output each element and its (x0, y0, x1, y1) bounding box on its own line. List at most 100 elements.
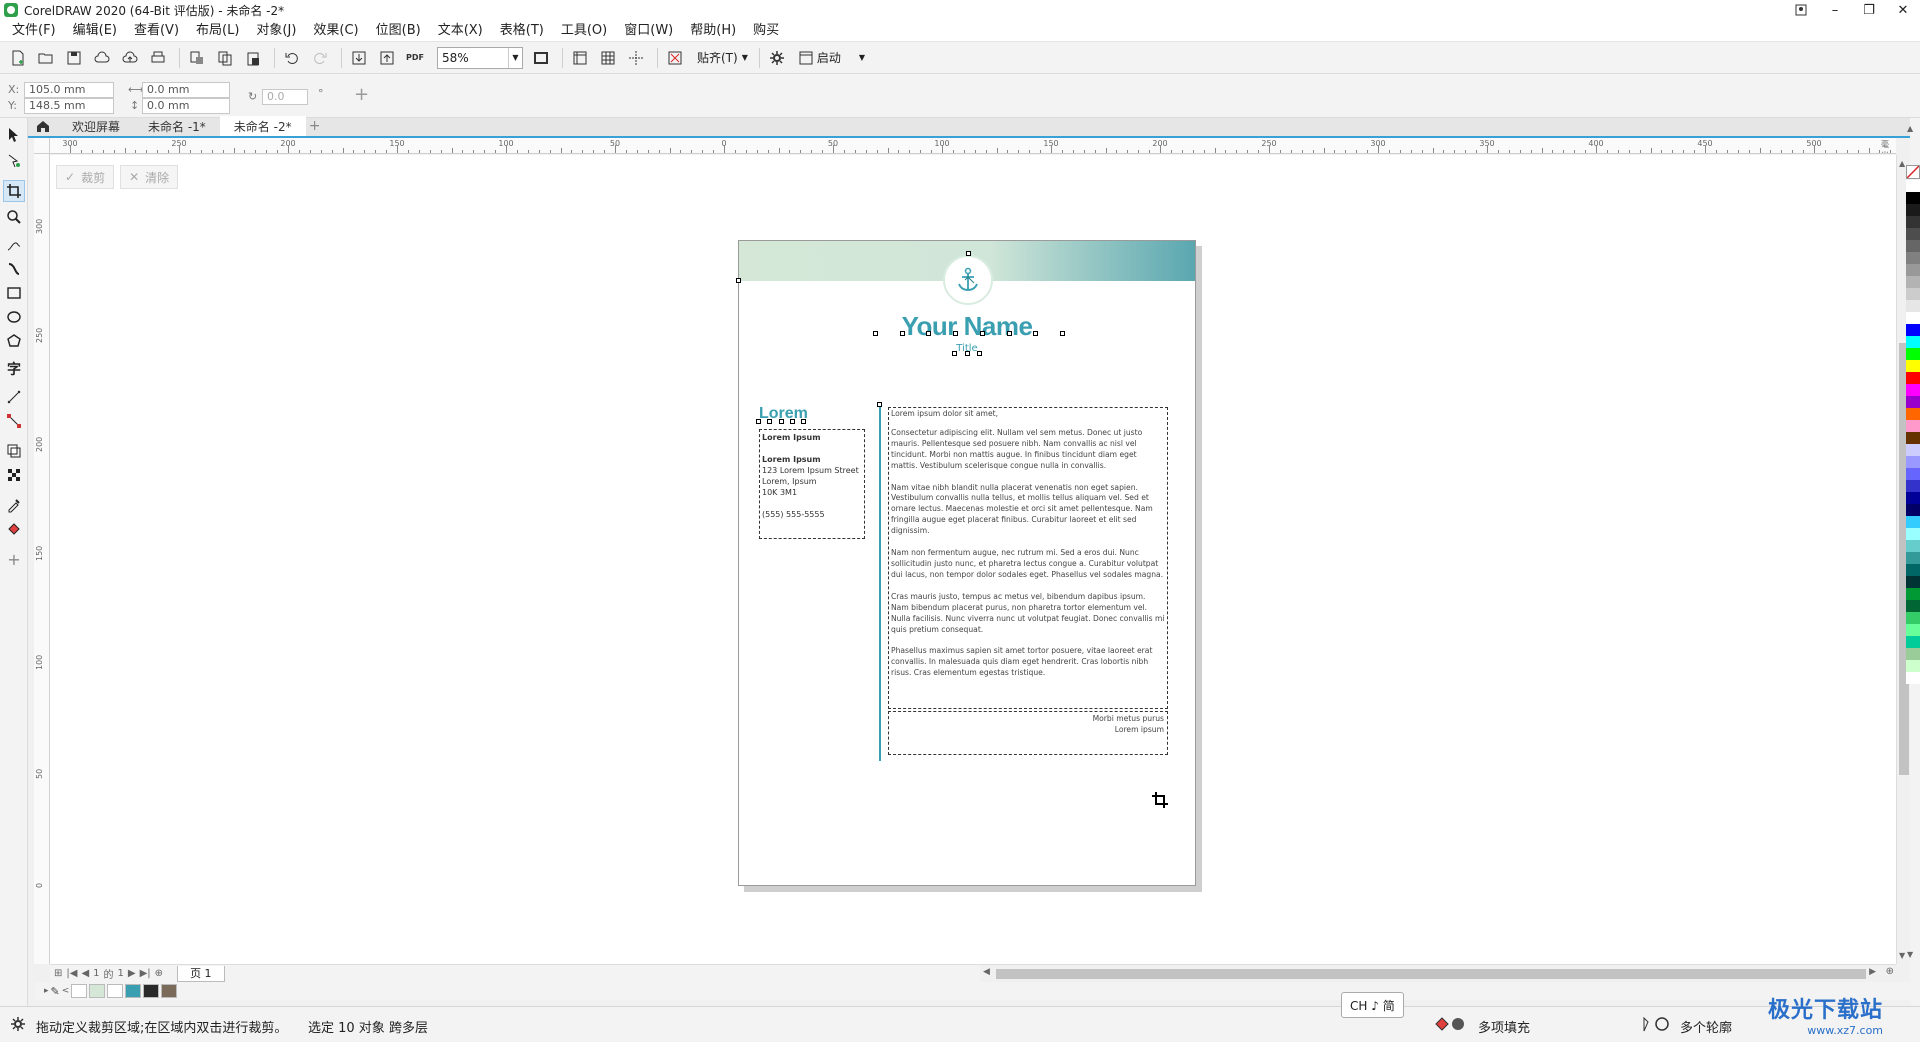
horizontal-scrollbar[interactable]: ◀ ▶ ⊕ (980, 964, 1896, 982)
width-field[interactable]: 0.0 mm (142, 82, 230, 98)
selection-handle[interactable] (767, 419, 773, 424)
zoom-tool-icon[interactable] (3, 206, 25, 228)
add-page-icon[interactable]: ⊕ (155, 968, 163, 979)
selection-handle[interactable] (877, 402, 882, 407)
palette-scroll-up-icon[interactable]: ▲ (1907, 124, 1913, 133)
new-document-icon[interactable] (6, 46, 30, 70)
menu-tools[interactable]: 工具(O) (557, 20, 620, 42)
account-icon[interactable] (1784, 0, 1818, 20)
palette-scroll-down-icon[interactable]: ▼ (1907, 950, 1913, 959)
document-color-swatch[interactable] (161, 984, 178, 998)
menu-text[interactable]: 文本(X) (434, 20, 496, 42)
selection-handle[interactable] (1033, 331, 1039, 336)
crop-clear-button[interactable]: ✕ 清除 (120, 165, 179, 189)
color-swatch[interactable] (1906, 408, 1920, 420)
last-page-icon[interactable]: ▶| (140, 968, 151, 979)
rotation-angle-field[interactable]: 0.0 (262, 89, 308, 105)
page-options-icon[interactable]: ⊞ (54, 968, 62, 979)
color-swatch[interactable] (1906, 576, 1920, 588)
publish-pdf-icon[interactable]: PDF (403, 46, 427, 70)
cloud-export-icon[interactable] (118, 46, 142, 70)
color-swatch[interactable] (1906, 456, 1920, 468)
color-swatch[interactable] (1906, 276, 1920, 288)
selection-handle[interactable] (736, 278, 741, 283)
color-swatch[interactable] (1906, 468, 1920, 480)
import-icon[interactable] (347, 46, 371, 70)
x-position-field[interactable]: 105.0 mm (24, 82, 114, 98)
color-eyedropper-tool-icon[interactable] (3, 494, 25, 516)
eyedropper-icon[interactable]: ✎ (51, 985, 60, 998)
contact-info-textbox[interactable]: Lorem Ipsum Lorem Ipsum 123 Lorem Ipsum … (759, 429, 865, 539)
polygon-tool-icon[interactable] (3, 330, 25, 352)
full-screen-icon[interactable] (529, 46, 553, 70)
new-tab-plus-icon[interactable]: + (306, 116, 324, 136)
close-button[interactable]: ✕ (1886, 0, 1920, 20)
freehand-tool-icon[interactable] (3, 234, 25, 256)
selection-handle[interactable] (778, 419, 784, 424)
color-swatch[interactable] (1906, 348, 1920, 360)
text-tool-icon[interactable]: 字 (3, 358, 25, 380)
height-field[interactable]: 0.0 mm (142, 98, 230, 114)
color-swatch[interactable] (1906, 612, 1920, 624)
pick-tool-icon[interactable] (3, 124, 25, 146)
print-icon[interactable] (146, 46, 170, 70)
transparency-tool-icon[interactable] (3, 464, 25, 486)
fill-status-icon[interactable] (1434, 1016, 1466, 1036)
save-icon[interactable] (62, 46, 86, 70)
ellipse-tool-icon[interactable] (3, 306, 25, 328)
menu-object[interactable]: 对象(J) (252, 20, 309, 42)
selection-handle[interactable] (756, 419, 761, 424)
anchor-logo[interactable] (943, 255, 993, 305)
color-swatch[interactable] (1906, 204, 1920, 216)
menu-buy[interactable]: 购买 (749, 20, 792, 42)
scroll-left-icon[interactable]: ◀ (983, 967, 990, 977)
color-swatch[interactable] (1906, 216, 1920, 228)
resume-name[interactable]: Your Name (739, 311, 1195, 342)
color-swatch[interactable] (1906, 492, 1920, 504)
document-color-swatch[interactable] (107, 984, 124, 998)
add-icon[interactable]: + (354, 84, 369, 105)
selection-handle[interactable] (952, 351, 957, 356)
previous-page-icon[interactable]: ◀ (81, 968, 89, 979)
first-page-icon[interactable]: |◀ (66, 968, 77, 979)
drop-shadow-tool-icon[interactable] (3, 440, 25, 462)
color-swatch[interactable] (1906, 324, 1920, 336)
color-swatch[interactable] (1906, 288, 1920, 300)
document-color-swatch[interactable] (71, 984, 88, 998)
color-swatch[interactable] (1906, 528, 1920, 540)
paste-icon[interactable] (241, 46, 265, 70)
artistic-media-tool-icon[interactable] (3, 258, 25, 280)
menu-file[interactable]: 文件(F) (8, 20, 69, 42)
menu-effects[interactable]: 效果(C) (309, 20, 371, 42)
color-swatch[interactable] (1906, 540, 1920, 552)
color-swatch[interactable] (1906, 420, 1920, 432)
color-swatch[interactable] (1906, 660, 1920, 672)
selection-handle[interactable] (966, 251, 971, 256)
color-swatch[interactable] (1906, 552, 1920, 564)
horizontal-ruler[interactable]: 300 250 200 150 100 50 0 50 100 150 200 250 300 350 40… (50, 138, 1896, 154)
color-swatch[interactable] (1906, 240, 1920, 252)
scroll-down-icon[interactable]: ▼ (1899, 951, 1905, 960)
document-page[interactable]: Your Name Title Lorem Lorem Ipsum Lorem … (736, 240, 1196, 886)
color-swatch[interactable] (1906, 432, 1920, 444)
scroll-right-icon[interactable]: ▶ (1869, 967, 1876, 977)
color-swatch[interactable] (1906, 480, 1920, 492)
menu-help[interactable]: 帮助(H) (686, 20, 749, 42)
cut-icon[interactable] (185, 46, 209, 70)
ime-indicator[interactable]: CH ♪ 简 (1341, 992, 1404, 1018)
body-textbox[interactable]: Lorem ipsum dolor sit amet, Consectetur … (888, 407, 1168, 709)
open-folder-icon[interactable] (34, 46, 58, 70)
menu-window[interactable]: 窗口(W) (620, 20, 686, 42)
show-rulers-icon[interactable] (568, 46, 592, 70)
color-swatch[interactable] (1906, 636, 1920, 648)
vertical-ruler[interactable]: 300 250 200 150 100 50 0 (34, 154, 50, 964)
color-swatch[interactable] (1906, 588, 1920, 600)
selection-handle[interactable] (789, 419, 795, 424)
palette-options-icon[interactable]: ▸ (44, 986, 49, 996)
shape-tool-icon[interactable] (3, 150, 25, 172)
selection-handle[interactable] (979, 331, 985, 336)
footer-textbox[interactable]: Morbi metus purus Lorem ipsum (888, 711, 1168, 755)
selection-handle[interactable] (953, 331, 959, 336)
color-swatch[interactable] (1906, 372, 1920, 384)
ruler-origin-corner[interactable] (34, 138, 50, 154)
